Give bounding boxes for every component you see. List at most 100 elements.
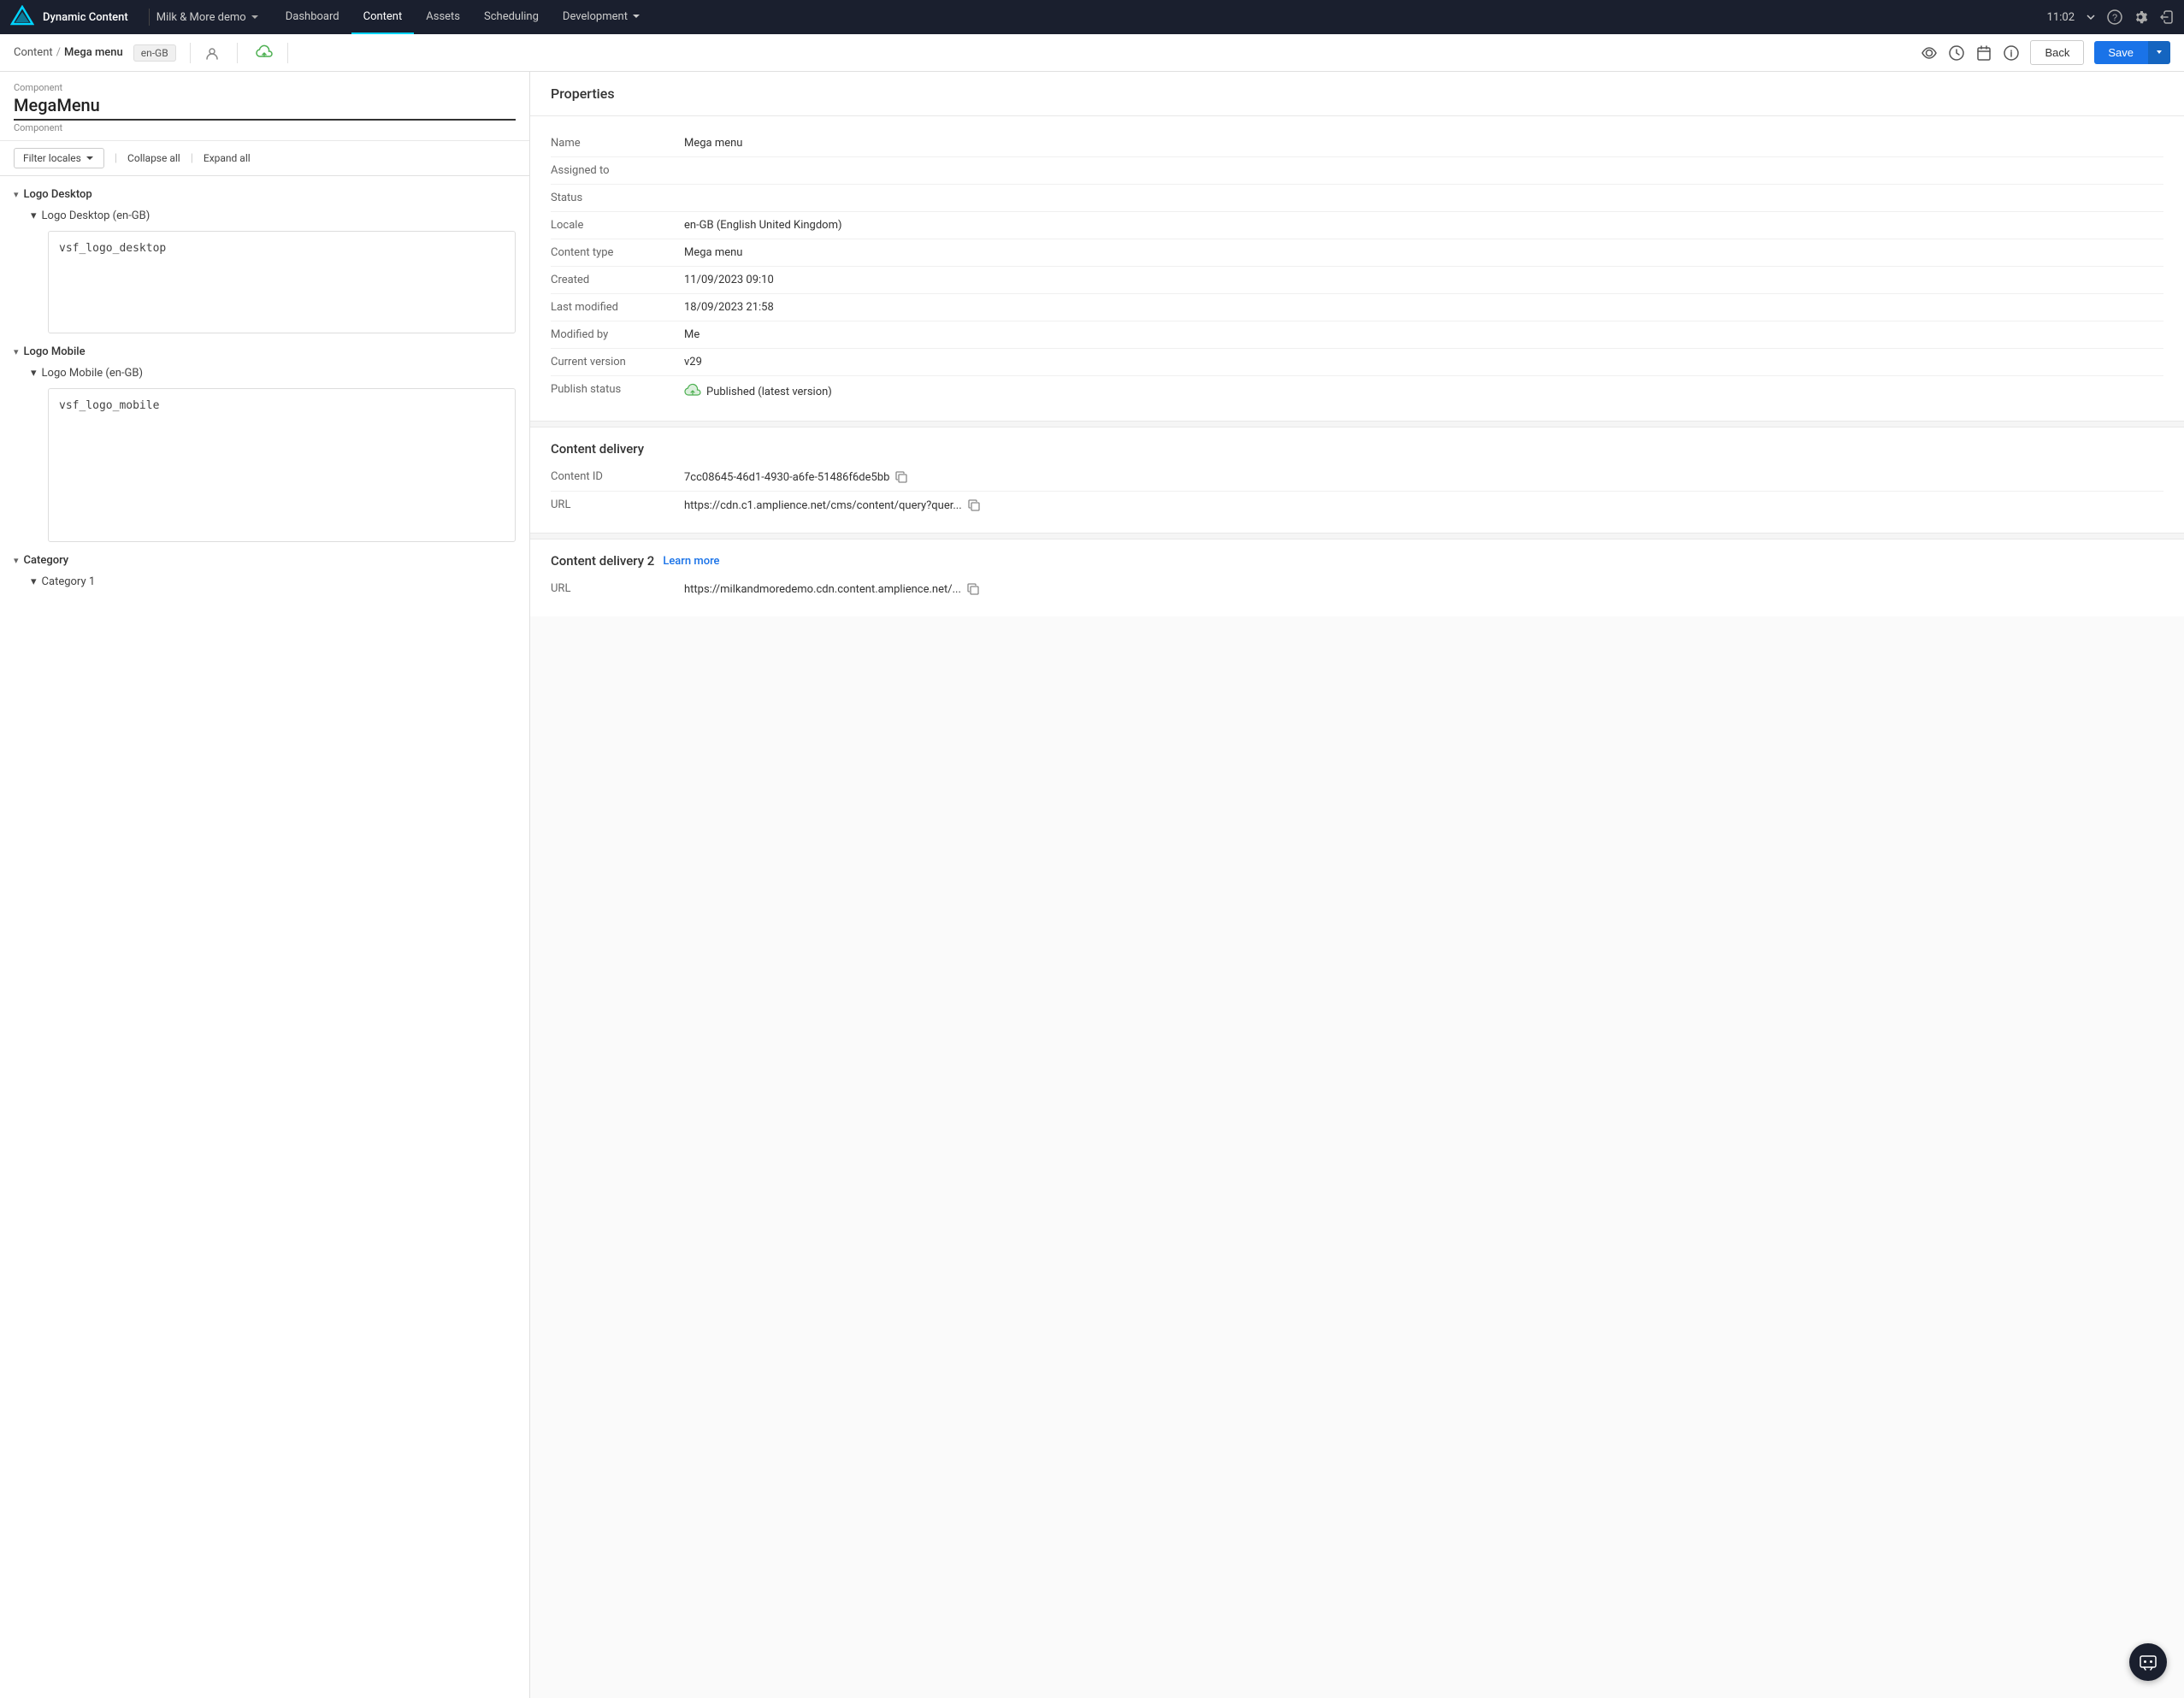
logo-desktop-content-box[interactable]: vsf_logo_desktop [48, 231, 516, 333]
logo-mobile-en-gb-chevron-icon: ▾ [31, 367, 37, 380]
sub-section-category-1-header[interactable]: ▾ Category 1 [31, 572, 516, 592]
copy-content2-url-icon[interactable] [966, 582, 980, 596]
sub-section-category-1: ▾ Category 1 [31, 572, 516, 592]
prop-current-version: Current version v29 [551, 349, 2163, 376]
nav-development[interactable]: Development [551, 0, 653, 34]
publish-badge: Published (latest version) [684, 383, 2163, 400]
save-arrow-button[interactable] [2147, 41, 2170, 64]
chatbot-icon [2138, 1652, 2158, 1672]
sub-section-logo-desktop-en-gb-header[interactable]: ▾ Logo Desktop (en-GB) [31, 206, 516, 226]
category-1-chevron-icon: ▾ [31, 575, 37, 588]
component-label: Component [14, 82, 516, 93]
save-dropdown-icon [2155, 48, 2163, 56]
chatbot-button[interactable] [2129, 1643, 2167, 1681]
component-name: MegaMenu [14, 95, 516, 121]
content2-url-link[interactable]: https://milkandmoredemo.cdn.content.ampl… [684, 583, 961, 596]
breadcrumb-sep: / [56, 46, 61, 59]
collapse-all-button[interactable]: Collapse all [127, 152, 180, 164]
nav-content[interactable]: Content [351, 0, 415, 34]
section-logo-mobile: ▾ Logo Mobile ▾ Logo Mobile (en-GB) vsf_… [14, 340, 516, 542]
nav-links: Dashboard Content Assets Scheduling Deve… [274, 0, 2047, 34]
nav-dashboard[interactable]: Dashboard [274, 0, 351, 34]
svg-text:?: ? [2112, 13, 2117, 23]
prop-publish-status-value: Published (latest version) [684, 383, 2163, 400]
breadcrumb-root[interactable]: Content [14, 46, 53, 59]
nav-scheduling[interactable]: Scheduling [472, 0, 551, 34]
info-icon[interactable] [2003, 44, 2020, 62]
prop-modified-by-value: Me [684, 328, 2163, 341]
prop-locale-label: Locale [551, 219, 670, 232]
sub-section-category-1-label: Category 1 [42, 575, 96, 588]
copy-content-id-icon[interactable] [894, 470, 908, 484]
prop-content-type-label: Content type [551, 246, 670, 259]
section-category: ▾ Category ▾ Category 1 [14, 549, 516, 592]
prop-content-type-value: Mega menu [684, 246, 2163, 259]
logo-desktop-chevron-icon: ▾ [14, 189, 19, 200]
workspace-selector[interactable]: Milk & More demo [156, 11, 260, 24]
sub-section-logo-desktop-en-gb-label: Logo Desktop (en-GB) [42, 209, 151, 222]
prop-modified-by: Modified by Me [551, 321, 2163, 349]
content-delivery-header: Content delivery [530, 427, 2184, 463]
section-logo-desktop: ▾ Logo Desktop ▾ Logo Desktop (en-GB) vs… [14, 183, 516, 333]
prop-content2-url: URL https://milkandmoredemo.cdn.content.… [551, 575, 2163, 603]
preview-icon[interactable] [1921, 44, 1938, 62]
sub-header: Content / Mega menu en-GB Back Save [0, 34, 2184, 72]
logo-mobile-content-box[interactable]: vsf_logo_mobile [48, 388, 516, 542]
section-logo-mobile-label: Logo Mobile [24, 345, 86, 358]
left-panel: Component MegaMenu Component Filter loca… [0, 72, 530, 1698]
content-delivery2-header: Content delivery 2 Learn more [530, 539, 2184, 575]
left-panel-header: Component MegaMenu Component [0, 72, 529, 141]
filter-bar: Filter locales | Collapse all | Expand a… [0, 141, 529, 176]
sub-section-logo-desktop-en-gb: ▾ Logo Desktop (en-GB) vsf_logo_desktop [31, 206, 516, 333]
content-delivery-rows: Content ID 7cc08645-46d1-4930-a6fe-51486… [530, 463, 2184, 533]
development-chevron-icon [631, 11, 641, 21]
save-button-group: Save [2094, 41, 2170, 64]
locale-badge[interactable]: en-GB [133, 44, 176, 62]
prop-content-type: Content type Mega menu [551, 239, 2163, 267]
sub-header-mid-divider [287, 43, 288, 63]
section-divider-2 [530, 533, 2184, 539]
help-icon[interactable]: ? [2107, 9, 2122, 25]
back-button[interactable]: Back [2030, 40, 2084, 65]
prop-content-url-value: https://cdn.c1.amplience.net/cms/content… [684, 498, 2163, 512]
nav-assets[interactable]: Assets [414, 0, 472, 34]
prop-content2-url-value: https://milkandmoredemo.cdn.content.ampl… [684, 582, 2163, 596]
cloud-publish-icon[interactable] [255, 44, 274, 62]
nav-right: 11:02 ? [2047, 9, 2174, 25]
prop-last-modified-label: Last modified [551, 301, 670, 314]
expand-all-button[interactable]: Expand all [204, 152, 251, 164]
prop-current-version-value: v29 [684, 356, 2163, 368]
prop-content-id: Content ID 7cc08645-46d1-4930-a6fe-51486… [551, 463, 2163, 492]
logout-icon[interactable] [2158, 9, 2174, 25]
copy-content-url-icon[interactable] [967, 498, 981, 512]
main-layout: Component MegaMenu Component Filter loca… [0, 72, 2184, 1698]
sub-section-logo-mobile-en-gb: ▾ Logo Mobile (en-GB) vsf_logo_mobile [31, 363, 516, 542]
prop-last-modified-value: 18/09/2023 21:58 [684, 301, 2163, 314]
content-url-link[interactable]: https://cdn.c1.amplience.net/cms/content… [684, 499, 962, 512]
section-logo-desktop-header[interactable]: ▾ Logo Desktop [14, 183, 516, 206]
learn-more-link[interactable]: Learn more [663, 555, 719, 568]
logo-desktop-en-gb-chevron-icon: ▾ [31, 209, 37, 222]
schedule-icon[interactable] [1975, 44, 1992, 62]
right-panel: Properties Name Mega menu Assigned to St… [530, 72, 2184, 1698]
prop-name: Name Mega menu [551, 130, 2163, 157]
settings-icon[interactable] [2133, 9, 2148, 25]
prop-created-label: Created [551, 274, 670, 286]
component-type: Component [14, 122, 516, 133]
breadcrumb-current: Mega menu [64, 46, 123, 59]
user-icon[interactable] [204, 45, 220, 61]
sub-section-logo-mobile-en-gb-header[interactable]: ▾ Logo Mobile (en-GB) [31, 363, 516, 383]
save-button[interactable]: Save [2094, 41, 2147, 64]
prop-current-version-label: Current version [551, 356, 670, 368]
history-icon[interactable] [1948, 44, 1965, 62]
sub-header-right-icons: Back Save [1921, 40, 2170, 65]
section-logo-mobile-header[interactable]: ▾ Logo Mobile [14, 340, 516, 363]
sub-header-icons [204, 43, 274, 63]
prop-publish-status-label: Publish status [551, 383, 670, 396]
sub-header-icons-divider [237, 43, 238, 63]
filter-locales-button[interactable]: Filter locales [14, 148, 104, 168]
time-chevron-icon[interactable] [2085, 11, 2097, 23]
section-category-header[interactable]: ▾ Category [14, 549, 516, 572]
app-logo[interactable] [10, 5, 34, 29]
app-name: Dynamic Content [43, 11, 128, 24]
